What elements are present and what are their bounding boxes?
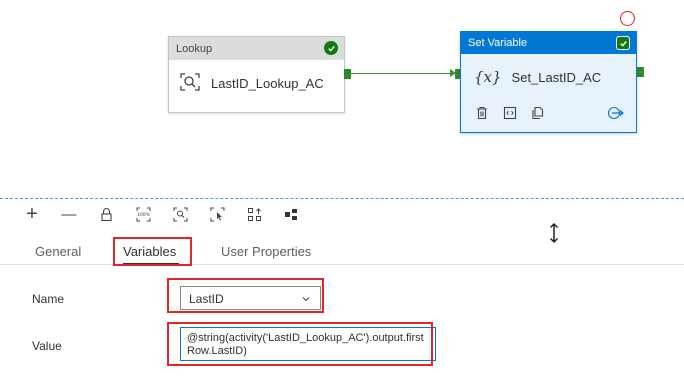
success-check-icon bbox=[324, 41, 338, 55]
dependency-connector[interactable] bbox=[351, 73, 451, 74]
set-variable-activity-type: Set Variable bbox=[468, 37, 528, 49]
lookup-activity-type: Lookup bbox=[176, 43, 213, 55]
highlight-box-value bbox=[167, 322, 433, 366]
name-field-label: Name bbox=[32, 292, 65, 306]
lookup-icon bbox=[179, 72, 201, 95]
auto-align-icon[interactable] bbox=[244, 204, 264, 224]
lookup-activity-name: LastID_Lookup_AC bbox=[211, 76, 324, 91]
properties-tabs: General Variables User Properties bbox=[0, 235, 684, 265]
set-variable-activity-name: Set_LastID_AC bbox=[511, 69, 602, 85]
tab-user-properties[interactable]: User Properties bbox=[221, 244, 311, 259]
code-icon[interactable] bbox=[503, 106, 517, 123]
set-variable-activity-node[interactable]: Set Variable {x} Set_LastID_AC bbox=[460, 31, 637, 133]
lookup-activity-header: Lookup bbox=[169, 37, 344, 60]
set-variable-activity-header: Set Variable bbox=[461, 32, 636, 54]
add-output-icon[interactable] bbox=[607, 106, 625, 123]
pipeline-designer: Lookup LastID_Lookup_AC Set Variable {x}… bbox=[0, 0, 684, 388]
zoom-fit-icon[interactable] bbox=[170, 204, 190, 224]
set-variable-output-port[interactable] bbox=[637, 67, 644, 77]
minus-icon[interactable]: — bbox=[59, 204, 79, 224]
copy-icon[interactable] bbox=[531, 106, 545, 123]
lookup-activity-node[interactable]: Lookup LastID_Lookup_AC bbox=[168, 36, 345, 113]
add-icon[interactable]: + bbox=[22, 203, 42, 225]
highlight-box-variables-tab bbox=[113, 237, 192, 266]
canvas-toolbar: + — 100% bbox=[22, 203, 301, 225]
delete-icon[interactable] bbox=[475, 106, 489, 123]
layout-icon[interactable] bbox=[281, 204, 301, 224]
value-field-label: Value bbox=[32, 339, 62, 353]
variable-icon: {x} bbox=[474, 68, 502, 86]
success-check-icon bbox=[616, 36, 630, 50]
highlight-box-name bbox=[167, 278, 324, 313]
svg-text:100%: 100% bbox=[137, 212, 151, 218]
tab-general[interactable]: General bbox=[35, 244, 81, 259]
lookup-output-port[interactable] bbox=[344, 69, 351, 79]
lock-icon[interactable] bbox=[96, 204, 116, 224]
zoom-100-icon[interactable]: 100% bbox=[133, 204, 153, 224]
annotation-circle bbox=[620, 11, 635, 26]
select-icon[interactable] bbox=[207, 204, 227, 224]
panel-divider[interactable] bbox=[0, 198, 684, 199]
